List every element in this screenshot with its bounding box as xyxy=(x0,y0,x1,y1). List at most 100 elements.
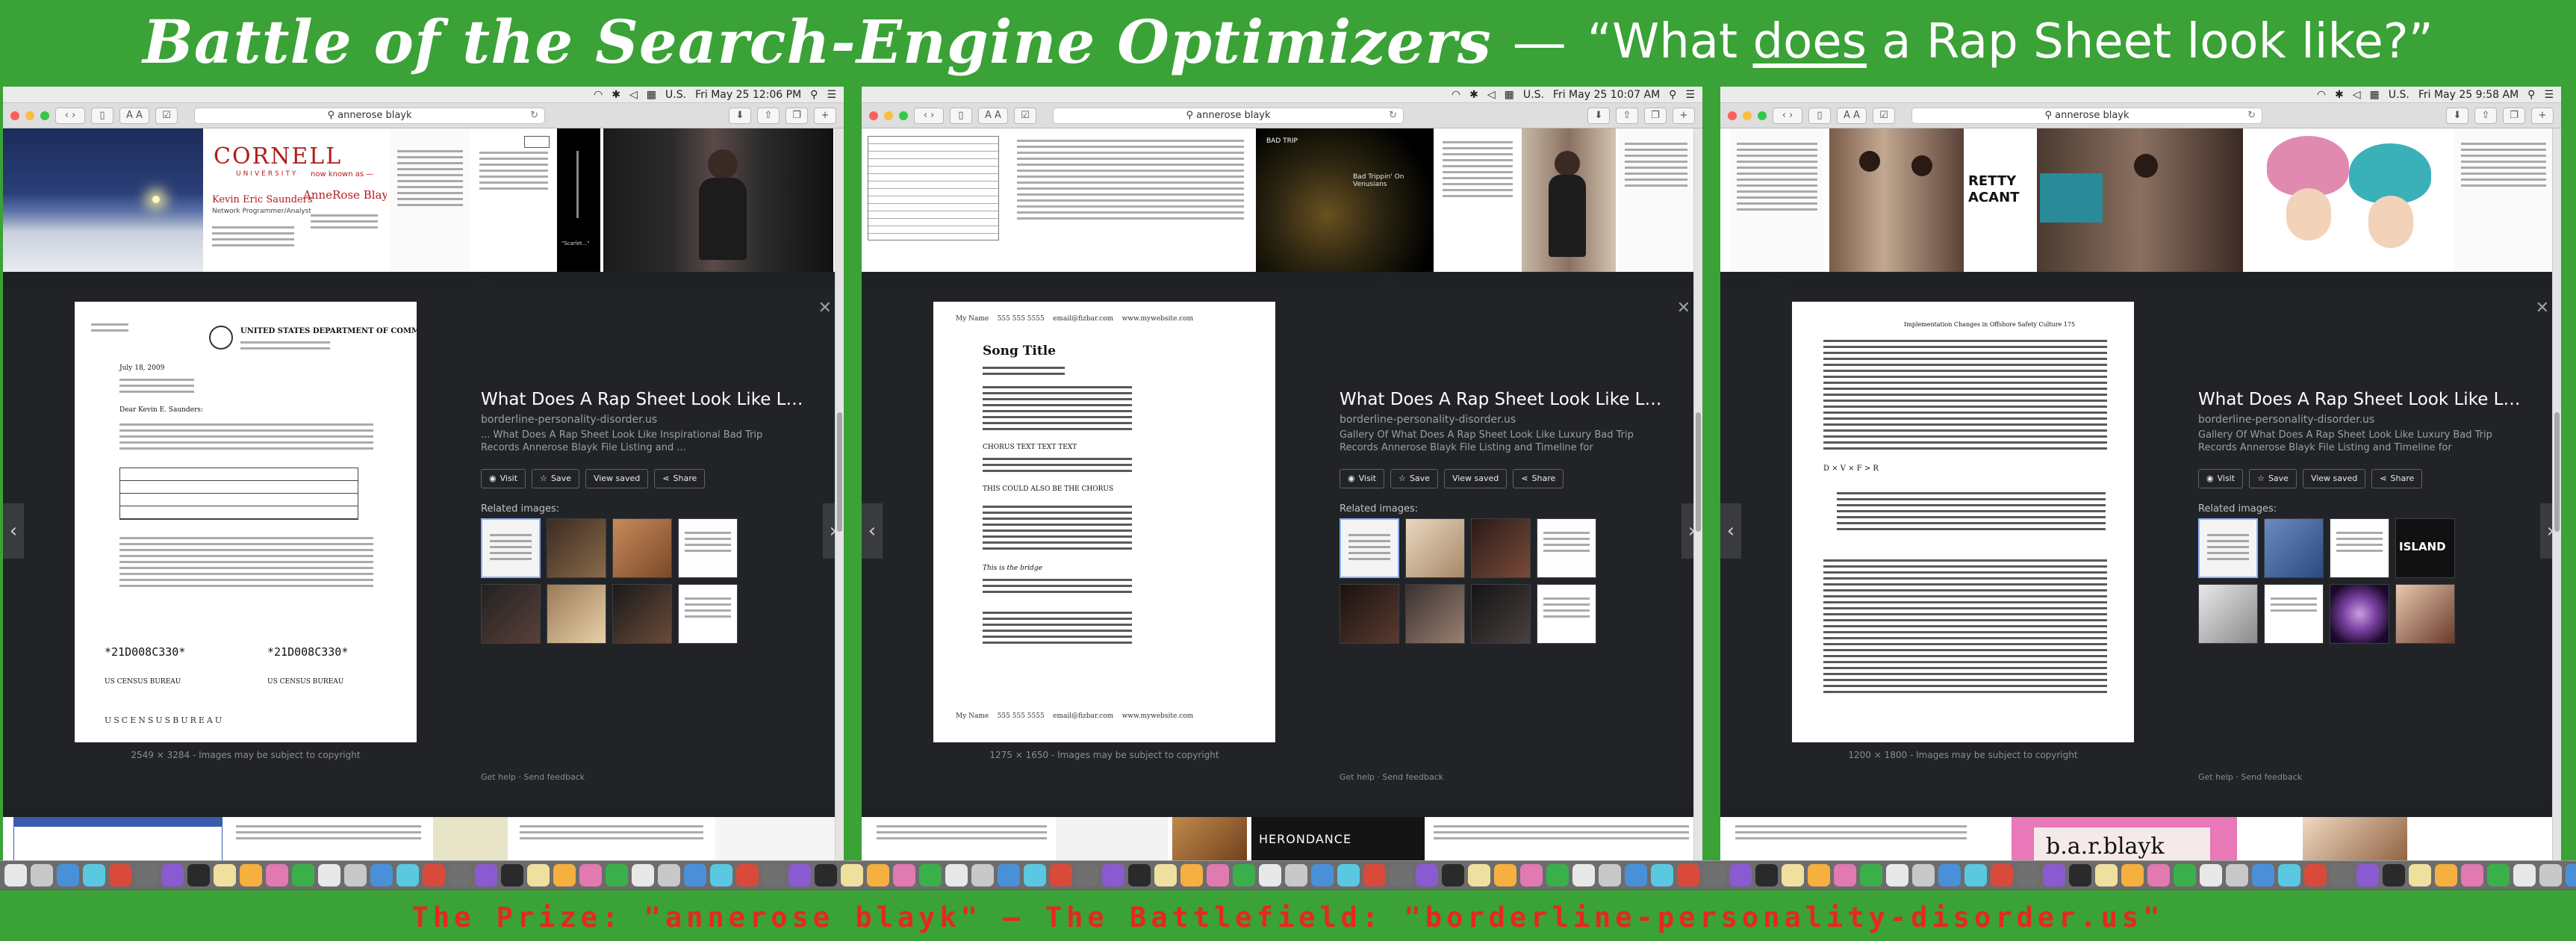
dock-app-icon[interactable] xyxy=(867,864,889,886)
dock-app-icon[interactable] xyxy=(2330,864,2353,886)
detail-title[interactable]: What Does A Rap Sheet Look Like L… xyxy=(1340,390,1661,409)
scrollbar[interactable] xyxy=(835,128,844,872)
checkbox-icon[interactable]: ☑ xyxy=(1014,107,1036,124)
dock-app-icon[interactable] xyxy=(240,864,262,886)
back-forward-button[interactable]: ‹ › xyxy=(914,107,944,124)
dock-app-icon[interactable] xyxy=(423,864,445,886)
dock-app-icon[interactable] xyxy=(266,864,288,886)
dock-app-icon[interactable] xyxy=(684,864,706,886)
result-thumb-document[interactable] xyxy=(390,128,470,272)
volume-icon[interactable]: ◁ xyxy=(629,89,638,101)
chevron-left-icon[interactable]: ‹ xyxy=(862,503,883,559)
zoom-window-button[interactable] xyxy=(40,111,49,120)
visit-button[interactable]: ◉ Visit xyxy=(2198,469,2244,488)
wifi-icon[interactable]: ◠ xyxy=(2317,89,2326,101)
result-thumb-illustration[interactable] xyxy=(2252,128,2451,272)
bluetooth-icon[interactable]: ✱ xyxy=(612,89,620,101)
dock-app-icon[interactable] xyxy=(344,864,367,886)
dock-app-icon[interactable] xyxy=(214,864,236,886)
dock-app-icon[interactable] xyxy=(396,864,419,886)
volume-icon[interactable]: ◁ xyxy=(1487,89,1496,101)
dock-app-icon[interactable] xyxy=(2435,864,2457,886)
related-image[interactable] xyxy=(612,518,672,578)
dock-app-icon[interactable] xyxy=(971,864,994,886)
view-saved-button[interactable]: View saved xyxy=(2302,469,2366,488)
locale-label[interactable]: U.S. xyxy=(665,89,686,101)
dock-app-icon[interactable] xyxy=(762,864,785,886)
search-icon[interactable]: ⚲ xyxy=(810,89,818,101)
related-image[interactable] xyxy=(2395,584,2455,644)
dock-app-icon[interactable] xyxy=(1546,864,1569,886)
related-image[interactable] xyxy=(2330,584,2389,644)
dock-app-icon[interactable] xyxy=(1442,864,1464,886)
dock-app-icon[interactable] xyxy=(632,864,654,886)
checkbox-icon[interactable]: ☑ xyxy=(155,107,178,124)
bluetooth-icon[interactable]: ✱ xyxy=(1469,89,1478,101)
result-thumb-snow-night[interactable] xyxy=(3,128,203,272)
flag-icon[interactable]: ▦ xyxy=(647,89,656,101)
add-tab-button[interactable]: + xyxy=(1673,107,1695,124)
dock-app-icon[interactable] xyxy=(2252,864,2274,886)
view-saved-button[interactable]: View saved xyxy=(1443,469,1508,488)
result-thumb-document[interactable] xyxy=(1619,128,1693,272)
dock-app-icon[interactable] xyxy=(2226,864,2248,886)
related-image[interactable] xyxy=(678,584,738,644)
tabs-icon[interactable]: ❐ xyxy=(785,107,808,124)
dock-app-icon[interactable] xyxy=(2147,864,2170,886)
menu-clock[interactable]: Fri May 25 9:58 AM xyxy=(2418,89,2519,101)
dock-app-icon[interactable] xyxy=(1233,864,1255,886)
related-image[interactable] xyxy=(547,518,606,578)
dock-app-icon[interactable] xyxy=(815,864,837,886)
dock-app-icon[interactable] xyxy=(2513,864,2536,886)
related-image[interactable] xyxy=(547,584,606,644)
preview-image[interactable]: My Name 555 555 5555 email@fizbar.com ww… xyxy=(933,302,1275,742)
dock-app-icon[interactable] xyxy=(1572,864,1595,886)
view-saved-button[interactable]: View saved xyxy=(585,469,649,488)
search-icon[interactable]: ⚲ xyxy=(1669,89,1676,101)
share-icon[interactable]: ⇧ xyxy=(757,107,780,124)
related-image-island[interactable]: ISLAND xyxy=(2395,518,2455,578)
dock-app-icon[interactable] xyxy=(2121,864,2144,886)
visit-button[interactable]: ◉ Visit xyxy=(1340,469,1385,488)
tabs-icon[interactable]: ❐ xyxy=(2503,107,2525,124)
get-help-link[interactable]: Get help xyxy=(2198,772,2233,782)
sidebar-icon[interactable]: ▯ xyxy=(91,107,113,124)
menu-clock[interactable]: Fri May 25 10:07 AM xyxy=(1553,89,1660,101)
dock-app-icon[interactable] xyxy=(1363,864,1386,886)
search-icon[interactable]: ⚲ xyxy=(2527,89,2535,101)
text-size-button[interactable]: A A xyxy=(978,107,1008,124)
dock-app-icon[interactable] xyxy=(919,864,942,886)
dock-app-icon[interactable] xyxy=(109,864,131,886)
add-tab-button[interactable]: + xyxy=(814,107,836,124)
related-image[interactable] xyxy=(2330,518,2389,578)
get-help-link[interactable]: Get help xyxy=(1340,772,1375,782)
scrollbar[interactable] xyxy=(1693,128,1702,872)
dock-app-icon[interactable] xyxy=(1834,864,1856,886)
related-image[interactable] xyxy=(1537,584,1596,644)
dock-app-icon[interactable] xyxy=(2566,864,2576,886)
dock-app-icon[interactable] xyxy=(475,864,497,886)
menu-clock[interactable]: Fri May 25 12:06 PM xyxy=(695,89,801,101)
dock-app-icon[interactable] xyxy=(187,864,210,886)
dock-app-icon[interactable] xyxy=(1416,864,1438,886)
preview-image[interactable]: Implementation Changes in Offshore Safet… xyxy=(1792,302,2134,742)
related-image[interactable] xyxy=(1340,518,1399,578)
reload-icon[interactable]: ↻ xyxy=(1389,108,1397,123)
list-icon[interactable]: ☰ xyxy=(1685,89,1695,101)
tabs-icon[interactable]: ❐ xyxy=(1644,107,1667,124)
result-thumb-business-card[interactable]: CORNELL UNIVERSITY Kevin Eric Saunders N… xyxy=(206,128,387,272)
dock-app-icon[interactable] xyxy=(1311,864,1334,886)
dock-app-icon[interactable] xyxy=(527,864,550,886)
dock-app-icon[interactable] xyxy=(1625,864,1647,886)
dock-app-icon[interactable] xyxy=(1886,864,1908,886)
visit-button[interactable]: ◉ Visit xyxy=(481,469,526,488)
related-image[interactable] xyxy=(481,584,541,644)
close-window-button[interactable] xyxy=(10,111,19,120)
dock-app-icon[interactable] xyxy=(2069,864,2091,886)
dock-app-icon[interactable] xyxy=(449,864,471,886)
dock-app-icon[interactable] xyxy=(1128,864,1151,886)
related-image[interactable] xyxy=(481,518,541,578)
address-bar[interactable]: ⚲ annerose blayk ↻ xyxy=(1053,107,1404,124)
dock-app-icon[interactable] xyxy=(736,864,759,886)
save-button[interactable]: ☆ Save xyxy=(532,469,579,488)
